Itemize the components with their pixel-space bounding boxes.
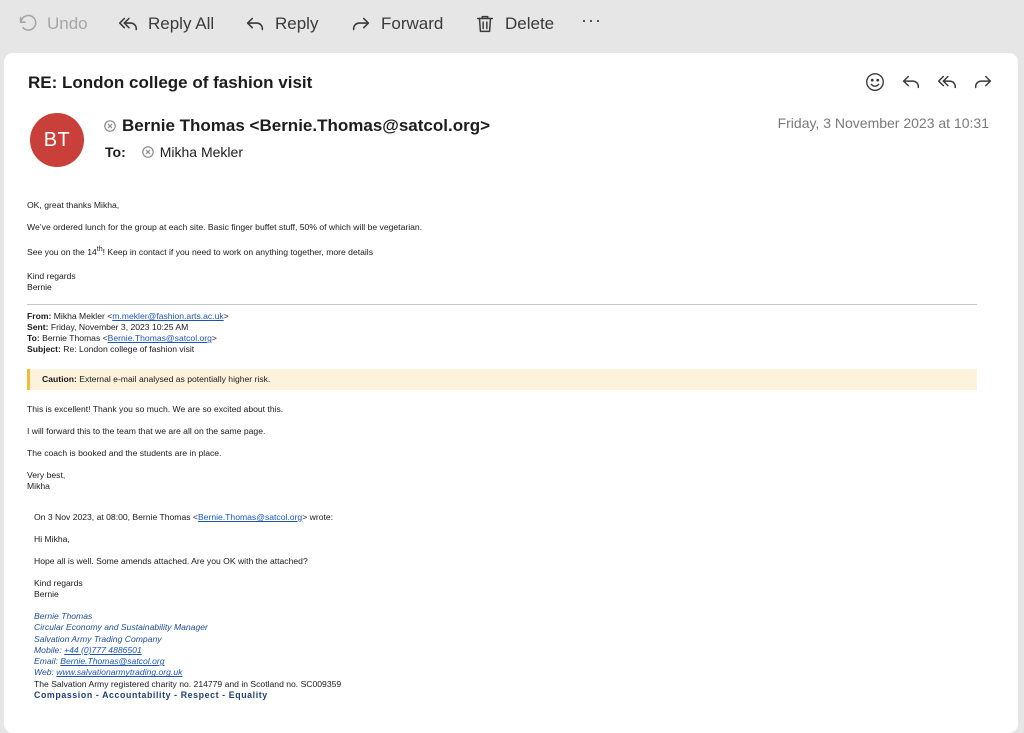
quoted-message: On 3 Nov 2023, at 08:00, Bernie Thomas <… bbox=[34, 512, 977, 701]
undo-label: Undo bbox=[47, 14, 88, 33]
header-forward-button[interactable] bbox=[972, 71, 994, 93]
more-button[interactable]: ··· bbox=[581, 10, 602, 31]
email-label: Email: bbox=[34, 656, 61, 667]
signature-company: Salvation Army Trading Company bbox=[34, 633, 162, 644]
sent-value: Friday, November 3, 2023 10:25 AM bbox=[50, 322, 189, 332]
body-paragraph: This is excellent! Thank you so much. We… bbox=[27, 404, 284, 414]
from-email-link[interactable]: m.mekler@fashion.arts.ac.uk bbox=[112, 311, 223, 321]
forward-button[interactable]: Forward bbox=[350, 11, 443, 37]
sender-address[interactable]: Bernie Thomas <Bernie.Thomas@satcol.org> bbox=[122, 116, 490, 136]
website-link[interactable]: www.salvationarmytrading.org.uk bbox=[56, 667, 182, 677]
body-paragraph: Hi Mikha, bbox=[34, 534, 70, 544]
reply-label: Reply bbox=[275, 14, 319, 33]
caution-text: External e-mail analysed as potentially … bbox=[79, 374, 271, 384]
reply-all-icon bbox=[938, 75, 956, 89]
signature-name: Bernie Thomas bbox=[34, 611, 93, 621]
message-body: OK, great thanks Mikha, We’ve ordered lu… bbox=[27, 200, 977, 701]
email-signature: Bernie Thomas Circular Economy and Susta… bbox=[34, 611, 977, 701]
from-end: > bbox=[223, 311, 229, 321]
sign-name: Mikha bbox=[27, 481, 50, 491]
subject-value: Re: London college of fashion visit bbox=[63, 344, 195, 354]
message-actions bbox=[864, 71, 994, 93]
caution-banner: Caution: External e-mail analysed as pot… bbox=[27, 369, 977, 390]
body-paragraph: I will forward this to the team that we … bbox=[27, 426, 266, 436]
reply-button[interactable]: Reply bbox=[244, 11, 318, 37]
reply-icon bbox=[246, 17, 264, 31]
mobile-label: Mobile: bbox=[34, 644, 65, 655]
web-label: Web: bbox=[34, 667, 57, 678]
sign-off: Very best, bbox=[27, 470, 66, 480]
undo-button[interactable]: Undo bbox=[16, 11, 88, 37]
toolbar: Undo Reply All Reply Forward Delete ··· bbox=[0, 0, 1024, 50]
trash-icon bbox=[476, 15, 494, 33]
sign-name: Bernie bbox=[27, 282, 52, 292]
delete-button[interactable]: Delete bbox=[474, 11, 554, 37]
to-label: To: bbox=[105, 144, 126, 160]
quote-header: On 3 Nov 2023, at 08:00, Bernie Thomas < bbox=[34, 512, 198, 522]
mobile-link[interactable]: +44 (0)777 4886501 bbox=[64, 645, 142, 655]
message-pane: RE: London college of fashion visit BT B… bbox=[4, 53, 1018, 733]
header-reply-all-button[interactable] bbox=[936, 71, 958, 93]
reply-all-button[interactable]: Reply All bbox=[117, 11, 214, 37]
sign-name: Bernie bbox=[34, 589, 59, 599]
quote-header-end: > wrote: bbox=[302, 512, 334, 522]
sign-off: Kind regards bbox=[27, 271, 76, 281]
reply-icon bbox=[902, 75, 920, 89]
body-text: See you on the 14 bbox=[27, 247, 97, 257]
reply-all-label: Reply All bbox=[148, 14, 215, 33]
forward-label: Forward bbox=[381, 14, 444, 33]
signature-motto: Compassion - Accountability - Respect - … bbox=[34, 690, 268, 701]
signature-title: Circular Economy and Sustainability Mana… bbox=[34, 622, 208, 633]
remove-contact-icon[interactable] bbox=[104, 120, 116, 132]
signature-email-link[interactable]: Bernie.Thomas@satcol.org bbox=[60, 656, 164, 666]
remove-contact-icon[interactable] bbox=[141, 146, 154, 158]
quote-email-link[interactable]: Bernie.Thomas@satcol.org bbox=[198, 512, 302, 522]
from-name: Mikha Mekler < bbox=[53, 311, 113, 321]
forward-icon bbox=[974, 75, 992, 89]
body-text: ! Keep in contact if you need to work on… bbox=[102, 247, 374, 257]
body-paragraph: OK, great thanks Mikha, bbox=[27, 200, 120, 210]
to-email-link[interactable]: Bernie.Thomas@satcol.org bbox=[108, 333, 212, 343]
body-paragraph: See you on the 14th! Keep in contact if … bbox=[27, 246, 977, 258]
message-date: Friday, 3 November 2023 at 10:31 bbox=[777, 115, 989, 131]
body-paragraph: Hope all is well. Some amends attached. … bbox=[34, 556, 308, 566]
to-label: To: bbox=[27, 333, 40, 343]
emoji-reaction-button[interactable] bbox=[864, 71, 886, 93]
smiley-icon bbox=[866, 73, 884, 91]
charity-notice: The Salvation Army registered charity no… bbox=[34, 678, 342, 689]
recipient-line: To: Mikha Mekler bbox=[105, 144, 243, 160]
sign-off: Kind regards bbox=[34, 578, 83, 588]
from-label: From: bbox=[27, 311, 52, 321]
sent-label: Sent: bbox=[27, 322, 49, 332]
divider bbox=[27, 304, 977, 305]
body-paragraph: The coach is booked and the students are… bbox=[27, 448, 222, 458]
header-reply-button[interactable] bbox=[900, 71, 922, 93]
reply-all-icon bbox=[118, 17, 138, 31]
to-end: > bbox=[211, 333, 217, 343]
forwarded-header: From: Mikha Mekler <m.mekler@fashion.art… bbox=[27, 311, 977, 355]
sender-line: Bernie Thomas <Bernie.Thomas@satcol.org> bbox=[104, 116, 490, 136]
sender-avatar: BT bbox=[30, 113, 84, 167]
caution-label: Caution: bbox=[42, 374, 77, 384]
body-paragraph: We’ve ordered lunch for the group at eac… bbox=[27, 222, 423, 232]
undo-icon bbox=[19, 14, 37, 31]
delete-label: Delete bbox=[505, 14, 555, 33]
to-name: Bernie Thomas < bbox=[42, 333, 108, 343]
recipient-name[interactable]: Mikha Mekler bbox=[160, 144, 243, 160]
forward-icon bbox=[352, 17, 370, 31]
message-subject: RE: London college of fashion visit bbox=[28, 73, 313, 92]
subject-label: Subject: bbox=[27, 344, 61, 354]
